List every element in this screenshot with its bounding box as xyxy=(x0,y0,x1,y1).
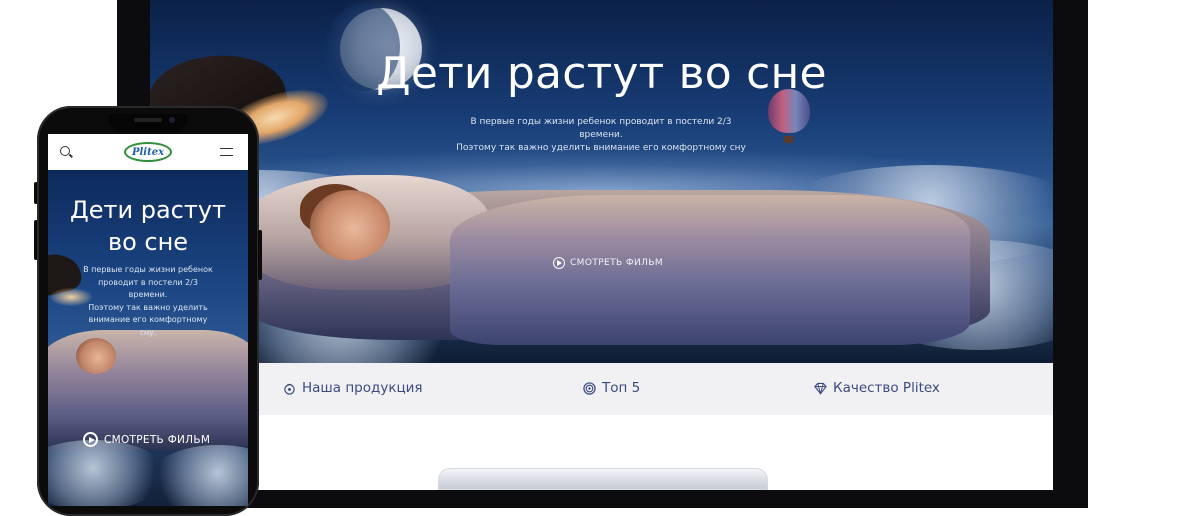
mobile-subtitle-line: В первые годы жизни ребенок xyxy=(83,265,213,274)
mobile-subtitle-line: проводит в постели 2/3 времени. xyxy=(98,277,198,300)
blanket-image xyxy=(450,195,970,345)
mobile-phone: Plitex Дети растут во сне В первые годы … xyxy=(37,106,259,516)
mobile-title-line: Дети растут xyxy=(69,196,227,224)
hero-subtitle-line: Поэтому так важно уделить внимание его к… xyxy=(456,143,746,153)
desktop-screen: Дети растут во сне В первые годы жизни р… xyxy=(150,0,1053,490)
nav-label: Качество Plitex xyxy=(833,380,940,396)
category-nav: Наша продукция Топ 5 Качество Plitex xyxy=(150,363,1053,415)
nav-item-quality[interactable]: Качество Plitex xyxy=(814,380,940,396)
hero-subtitle-line: В первые годы жизни ребенок проводит в п… xyxy=(470,117,732,140)
nav-item-top5[interactable]: Топ 5 xyxy=(583,380,640,396)
search-icon[interactable] xyxy=(60,146,70,156)
cloud xyxy=(148,445,248,506)
plitex-logo[interactable]: Plitex xyxy=(124,142,172,162)
mobile-title-line: во сне xyxy=(107,228,189,256)
mattress-image xyxy=(438,468,768,490)
sleeping-child-image xyxy=(76,338,116,374)
nav-label: Топ 5 xyxy=(602,380,641,396)
diamond-icon xyxy=(814,382,827,395)
sleeping-child-image xyxy=(310,190,390,260)
mobile-subtitle-line: Поэтому так важно уделить xyxy=(88,302,208,312)
phone-speaker xyxy=(134,118,162,122)
play-icon xyxy=(83,432,98,447)
phone-notch xyxy=(109,114,187,132)
target-icon xyxy=(583,381,596,395)
mobile-hero-subtitle: В первые годы жизни ребенок проводит в п… xyxy=(82,264,214,339)
mobile-hero-title: Дети растут во сне xyxy=(48,194,248,258)
logo-text: Plitex xyxy=(131,146,165,158)
mobile-header: Plitex xyxy=(48,134,248,170)
hero-title: Дети растут во сне xyxy=(376,48,827,99)
hero-banner: Дети растут во сне В первые годы жизни р… xyxy=(150,0,1053,363)
phone-power-button xyxy=(258,230,262,280)
mobile-subtitle-line: внимание его комфортному сну. xyxy=(88,315,208,337)
mobile-watch-film-button[interactable]: СМОТРЕТЬ ФИЛЬМ xyxy=(83,432,210,447)
watch-film-label: СМОТРЕТЬ ФИЛЬМ xyxy=(570,258,664,268)
mobile-watch-film-label: СМОТРЕТЬ ФИЛЬМ xyxy=(104,433,211,446)
play-icon xyxy=(553,257,565,269)
phone-camera xyxy=(169,117,175,123)
balloon-basket xyxy=(784,136,793,143)
mobile-hero: Дети растут во сне В первые годы жизни р… xyxy=(48,170,248,506)
nav-label: Наша продукция xyxy=(302,380,423,396)
mobile-screen: Plitex Дети растут во сне В первые годы … xyxy=(48,134,248,506)
hamburger-menu-icon[interactable] xyxy=(220,148,233,156)
product-icon xyxy=(284,383,295,395)
watch-film-button[interactable]: СМОТРЕТЬ ФИЛЬМ xyxy=(553,255,663,271)
hero-subtitle: В первые годы жизни ребенок проводит в п… xyxy=(451,116,751,155)
nav-item-products[interactable]: Наша продукция xyxy=(283,380,423,396)
